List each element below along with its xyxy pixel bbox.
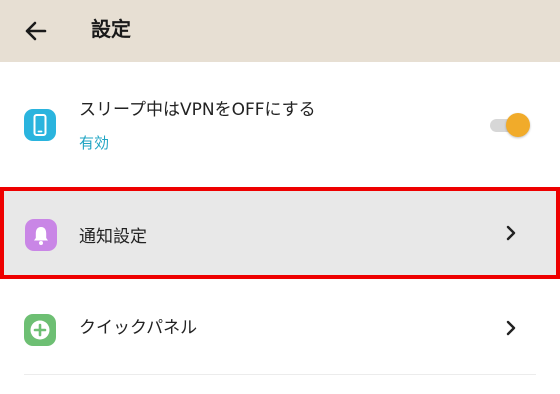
setting-label: スリープ中はVPNをOFFにする: [79, 100, 316, 120]
page-title: 設定: [91, 17, 131, 41]
chevron-right-icon: [504, 224, 518, 242]
vpn-sleep-toggle[interactable]: [490, 112, 530, 138]
app-bar: 設定: [0, 0, 560, 62]
smartphone-icon: [24, 109, 56, 141]
back-button[interactable]: [20, 15, 52, 47]
plus-circle-icon: [24, 314, 56, 346]
setting-label: 通知設定: [79, 227, 147, 247]
bell-icon: [25, 219, 57, 251]
setting-label: クイックパネル: [79, 318, 198, 338]
toggle-thumb: [506, 113, 530, 137]
chevron-right-icon: [504, 319, 518, 337]
arrow-left-icon[interactable]: [20, 15, 52, 47]
setting-status: 有効: [79, 134, 110, 152]
setting-row-vpn-sleep[interactable]: スリープ中はVPNをOFFにする 有効: [0, 62, 560, 184]
divider: [24, 374, 536, 375]
setting-row-quick-panel[interactable]: クイックパネル: [0, 282, 560, 374]
setting-row-notification[interactable]: 通知設定: [0, 187, 560, 279]
